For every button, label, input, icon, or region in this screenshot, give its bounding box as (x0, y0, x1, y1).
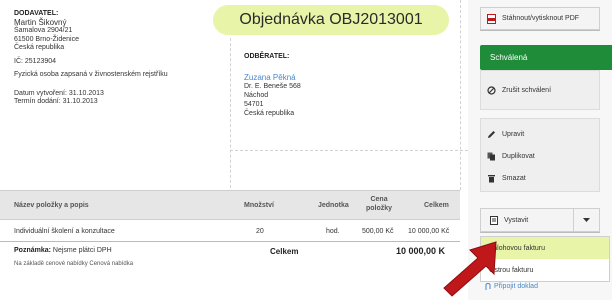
row-price: 500,00 Kč (362, 228, 394, 235)
row-item: Individuální školení a konzultace (14, 228, 115, 235)
order-title: Objednávka OBJ2013001 (213, 5, 449, 35)
created-date: Datum vytvoření: 31.10.2013 (14, 89, 104, 97)
supplier-registry: Fyzická osoba zapsaná v živnostenském re… (14, 71, 168, 78)
col-price-line2: položky (366, 205, 393, 212)
supplier-street: Šamalova 2904/21 (14, 27, 73, 34)
edit-button[interactable]: Upravit (481, 123, 599, 145)
col-total: Celkem (424, 202, 449, 209)
supplier-country: Česká republika (14, 44, 65, 51)
status-tab (606, 45, 612, 70)
divider-right (460, 0, 461, 190)
customer-street: Dr. E. Beneše 568 (244, 83, 301, 90)
cancel-approval-label: Zrušit schválení (502, 86, 552, 94)
attach-document-label: Připojit doklad (494, 283, 538, 290)
download-pdf-label: Stáhnout/vytisknout PDF (502, 15, 580, 22)
order-document: DODAVATEL: Martin Šikovný Šamalova 2904/… (0, 0, 468, 300)
note-sub: Na základě cenové nabídky Cenová nabídka (14, 261, 134, 267)
row-unit: hod. (326, 228, 340, 235)
customer-block: ODBĚRATEL: Zuzana Pěkná Dr. E. Beneše 56… (244, 52, 444, 118)
cancel-panel: Zrušit schválení (480, 70, 600, 110)
customer-zip: 54701 (244, 101, 264, 108)
pdf-icon (487, 13, 496, 24)
customer-city: Náchod (244, 92, 269, 99)
status-badge: Schválená (480, 45, 612, 70)
supplier-block: DODAVATEL: Martin Šikovný Šamalova 2904/… (14, 10, 224, 107)
col-item: Název položky a popis (14, 202, 89, 209)
customer-name[interactable]: Zuzana Pěkná (244, 73, 444, 82)
divider-horizontal (230, 150, 468, 151)
row-qty: 20 (256, 228, 264, 235)
col-price-line1: Cena (370, 196, 388, 203)
col-unit: Jednotka (318, 202, 349, 209)
issue-label: Vystavit (504, 216, 529, 224)
due-date: Termín dodání: 31.10.2013 (14, 98, 98, 105)
duplicate-label: Duplikovat (502, 152, 535, 160)
col-qty: Množství (244, 202, 274, 209)
copy-icon (487, 152, 496, 161)
pencil-icon (487, 130, 496, 139)
supplier-name: Martin Šikovný (14, 17, 67, 27)
trash-icon (487, 174, 496, 183)
divider-vertical (230, 38, 231, 188)
cancel-approval-button[interactable]: Zrušit schválení (481, 79, 599, 101)
supplier-city: 61500 Brno-Židenice (14, 35, 79, 43)
dropdown-item-advance-invoice[interactable]: Zálohovou fakturu (481, 237, 609, 259)
document-icon (489, 215, 498, 225)
supplier-ico: IČ: 25123904 (14, 57, 57, 65)
note-label: Poznámka: (14, 247, 51, 254)
issue-dropdown-button[interactable]: Vystavit (480, 208, 600, 232)
total-label: Celkem (270, 247, 299, 256)
table-footer: Poznámka: Nejsme plátci DPH Na základě c… (0, 243, 460, 293)
customer-label: ODBĚRATEL: (244, 53, 290, 60)
status-label: Schválená (490, 53, 528, 62)
cancel-icon (487, 85, 496, 95)
actions-panel: Upravit Duplikovat Smazat (480, 118, 600, 192)
duplicate-button[interactable]: Duplikovat (481, 145, 599, 167)
row-total: 10 000,00 Kč (408, 228, 450, 235)
delete-label: Smazat (502, 174, 526, 182)
note: Poznámka: Nejsme plátci DPH (14, 247, 112, 254)
items-table-header: Název položky a popis Množství Jednotka … (0, 190, 460, 220)
table-row: Individuální školení a konzultace 20 hod… (0, 220, 460, 242)
note-text: Nejsme plátci DPH (52, 247, 112, 254)
download-pdf-button[interactable]: Stáhnout/vytisknout PDF (480, 7, 600, 30)
col-price: Cena položky (366, 195, 392, 213)
edit-label: Upravit (502, 130, 525, 138)
delete-button[interactable]: Smazat (481, 167, 599, 189)
customer-country: Česká republika (244, 110, 295, 117)
chevron-down-icon[interactable] (573, 209, 599, 231)
dropdown-item-final-invoice[interactable]: Ostrou fakturu (481, 259, 609, 281)
arrow-pointer-icon (443, 241, 497, 297)
